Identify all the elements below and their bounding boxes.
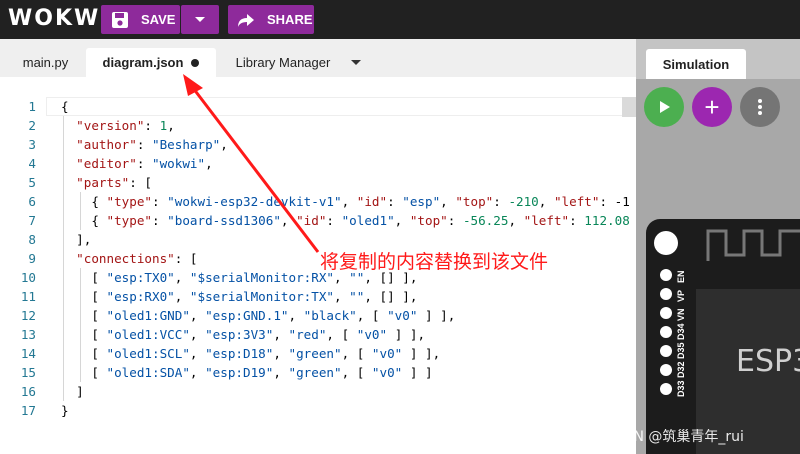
more-vertical-icon	[758, 99, 762, 115]
board-label: ESP3	[736, 344, 800, 379]
code-text: "connections": [	[76, 251, 198, 266]
vertical-scrollbar-thumb[interactable]	[622, 97, 636, 117]
pin-vp[interactable]	[660, 288, 672, 300]
share-arrow-icon	[237, 11, 255, 29]
pin-label: VP	[676, 289, 686, 302]
code-line[interactable]: 12 [ "oled1:GND", "esp:GND.1", "black", …	[0, 306, 636, 325]
editor-tabs: main.py diagram.json Library Manager	[0, 39, 636, 77]
chevron-down-icon	[194, 12, 206, 27]
code-line[interactable]: 17}	[0, 401, 636, 420]
save-label: SAVE	[141, 12, 176, 27]
line-number: 7	[28, 213, 36, 228]
code-line[interactable]: 15 [ "oled1:SDA", "esp:D19", "green", [ …	[0, 363, 636, 382]
pin-vn[interactable]	[660, 307, 672, 319]
code-text: { "type": "board-ssd1306", "id": "oled1"…	[61, 213, 630, 228]
code-line[interactable]: 11 [ "esp:RX0", "$serialMonitor:TX", "",…	[0, 287, 636, 306]
code-line[interactable]: 16 ]	[0, 382, 636, 401]
annotation-text: 将复制的内容替换到该文件	[320, 251, 549, 273]
code-text: "parts": [	[76, 175, 152, 190]
code-text: [ "oled1:SDA", "esp:D19", "green", [ "v0…	[61, 365, 433, 380]
line-number: 13	[20, 327, 36, 342]
mounting-hole	[654, 231, 678, 255]
tab-label: Simulation	[662, 56, 730, 72]
tab-library-manager[interactable]: Library Manager	[220, 48, 346, 77]
pin-d34[interactable]	[660, 326, 672, 338]
simulation-panel: Simulation + ESP3 EN VP VN D34 D35 D32 D33	[636, 39, 800, 454]
line-number: 2	[28, 118, 36, 133]
code-text: "editor": "wokwi",	[76, 156, 213, 171]
code-line[interactable]: 6 { "type": "wokwi-esp32-devkit-v1", "id…	[0, 192, 636, 211]
code-text: [ "oled1:SCL", "esp:D18", "green", [ "v0…	[61, 346, 441, 361]
tabs-dropdown-icon[interactable]	[351, 60, 361, 65]
line-number: 16	[20, 384, 36, 399]
code-line[interactable]: 4 "editor": "wokwi",	[0, 154, 636, 173]
line-number: 9	[28, 251, 36, 266]
line-number: 1	[28, 99, 36, 114]
code-line[interactable]: 14 [ "oled1:SCL", "esp:D18", "green", [ …	[0, 344, 636, 363]
code-text: "author": "Besharp",	[76, 137, 228, 152]
tab-main-py[interactable]: main.py	[6, 48, 85, 77]
tab-label: Library Manager	[235, 55, 331, 70]
code-line[interactable]: 13 [ "oled1:VCC", "esp:3V3", "red", [ "v…	[0, 325, 636, 344]
code-line[interactable]: 1{	[0, 97, 636, 116]
code-line[interactable]: 2 "version": 1,	[0, 116, 636, 135]
line-number: 11	[20, 289, 36, 304]
pin-label: D35	[676, 342, 686, 359]
line-number: 14	[20, 346, 36, 361]
line-number: 3	[28, 137, 36, 152]
code-text: [ "oled1:VCC", "esp:3V3", "red", [ "v0" …	[61, 327, 426, 342]
line-number: 10	[20, 270, 36, 285]
unsaved-dot-icon	[191, 58, 200, 67]
save-button[interactable]: SAVE	[101, 5, 180, 34]
pin-d35[interactable]	[660, 345, 672, 357]
pin-label: EN	[676, 270, 686, 283]
code-text: [ "oled1:GND", "esp:GND.1", "black", [ "…	[61, 308, 456, 323]
pin-label: VN	[676, 308, 686, 321]
code-text: }	[61, 403, 69, 418]
line-number: 4	[28, 156, 36, 171]
code-line[interactable]: 7 { "type": "board-ssd1306", "id": "oled…	[0, 211, 636, 230]
share-label: SHARE	[267, 12, 313, 27]
line-number: 12	[20, 308, 36, 323]
start-simulation-button[interactable]	[644, 87, 684, 127]
code-line[interactable]: 3 "author": "Besharp",	[0, 135, 636, 154]
code-line[interactable]: 5 "parts": [	[0, 173, 636, 192]
add-part-button[interactable]: +	[692, 87, 732, 127]
code-text: [ "esp:RX0", "$serialMonitor:TX", "", []…	[61, 289, 418, 304]
wokwi-logo[interactable]: WOKWI	[8, 5, 110, 33]
pin-label: D34	[676, 323, 686, 340]
pin-label: D32	[676, 361, 686, 378]
csdn-watermark: CSDN @筑巢青年_rui	[604, 429, 744, 445]
pin-d32[interactable]	[660, 364, 672, 376]
tab-simulation[interactable]: Simulation	[646, 49, 746, 79]
save-options-button[interactable]	[181, 5, 219, 34]
floppy-disk-icon	[111, 11, 129, 29]
share-button[interactable]: SHARE	[228, 5, 314, 34]
code-text: { "type": "wokwi-esp32-devkit-v1", "id":…	[61, 194, 630, 209]
antenna-trace-icon	[706, 229, 800, 261]
line-number: 8	[28, 232, 36, 247]
tab-label: main.py	[22, 55, 69, 70]
pin-d33[interactable]	[660, 383, 672, 395]
pin-label: D33	[676, 380, 686, 397]
pin-en[interactable]	[660, 269, 672, 281]
tab-diagram-json[interactable]: diagram.json	[86, 48, 216, 77]
line-number: 6	[28, 194, 36, 209]
more-options-button[interactable]	[740, 87, 780, 127]
tab-label: diagram.json	[102, 55, 184, 70]
play-icon	[660, 101, 670, 113]
top-bar: WOKWI SAVE SHARE	[0, 0, 800, 39]
plus-icon: +	[704, 91, 720, 122]
code-text: "version": 1,	[76, 118, 175, 133]
esp32-board[interactable]: ESP3 EN VP VN D34 D35 D32 D33	[646, 219, 800, 454]
line-number: 15	[20, 365, 36, 380]
code-text: ],	[61, 232, 92, 247]
code-text: {	[61, 99, 69, 114]
code-text: ]	[61, 384, 84, 399]
line-number: 17	[20, 403, 36, 418]
line-number: 5	[28, 175, 36, 190]
